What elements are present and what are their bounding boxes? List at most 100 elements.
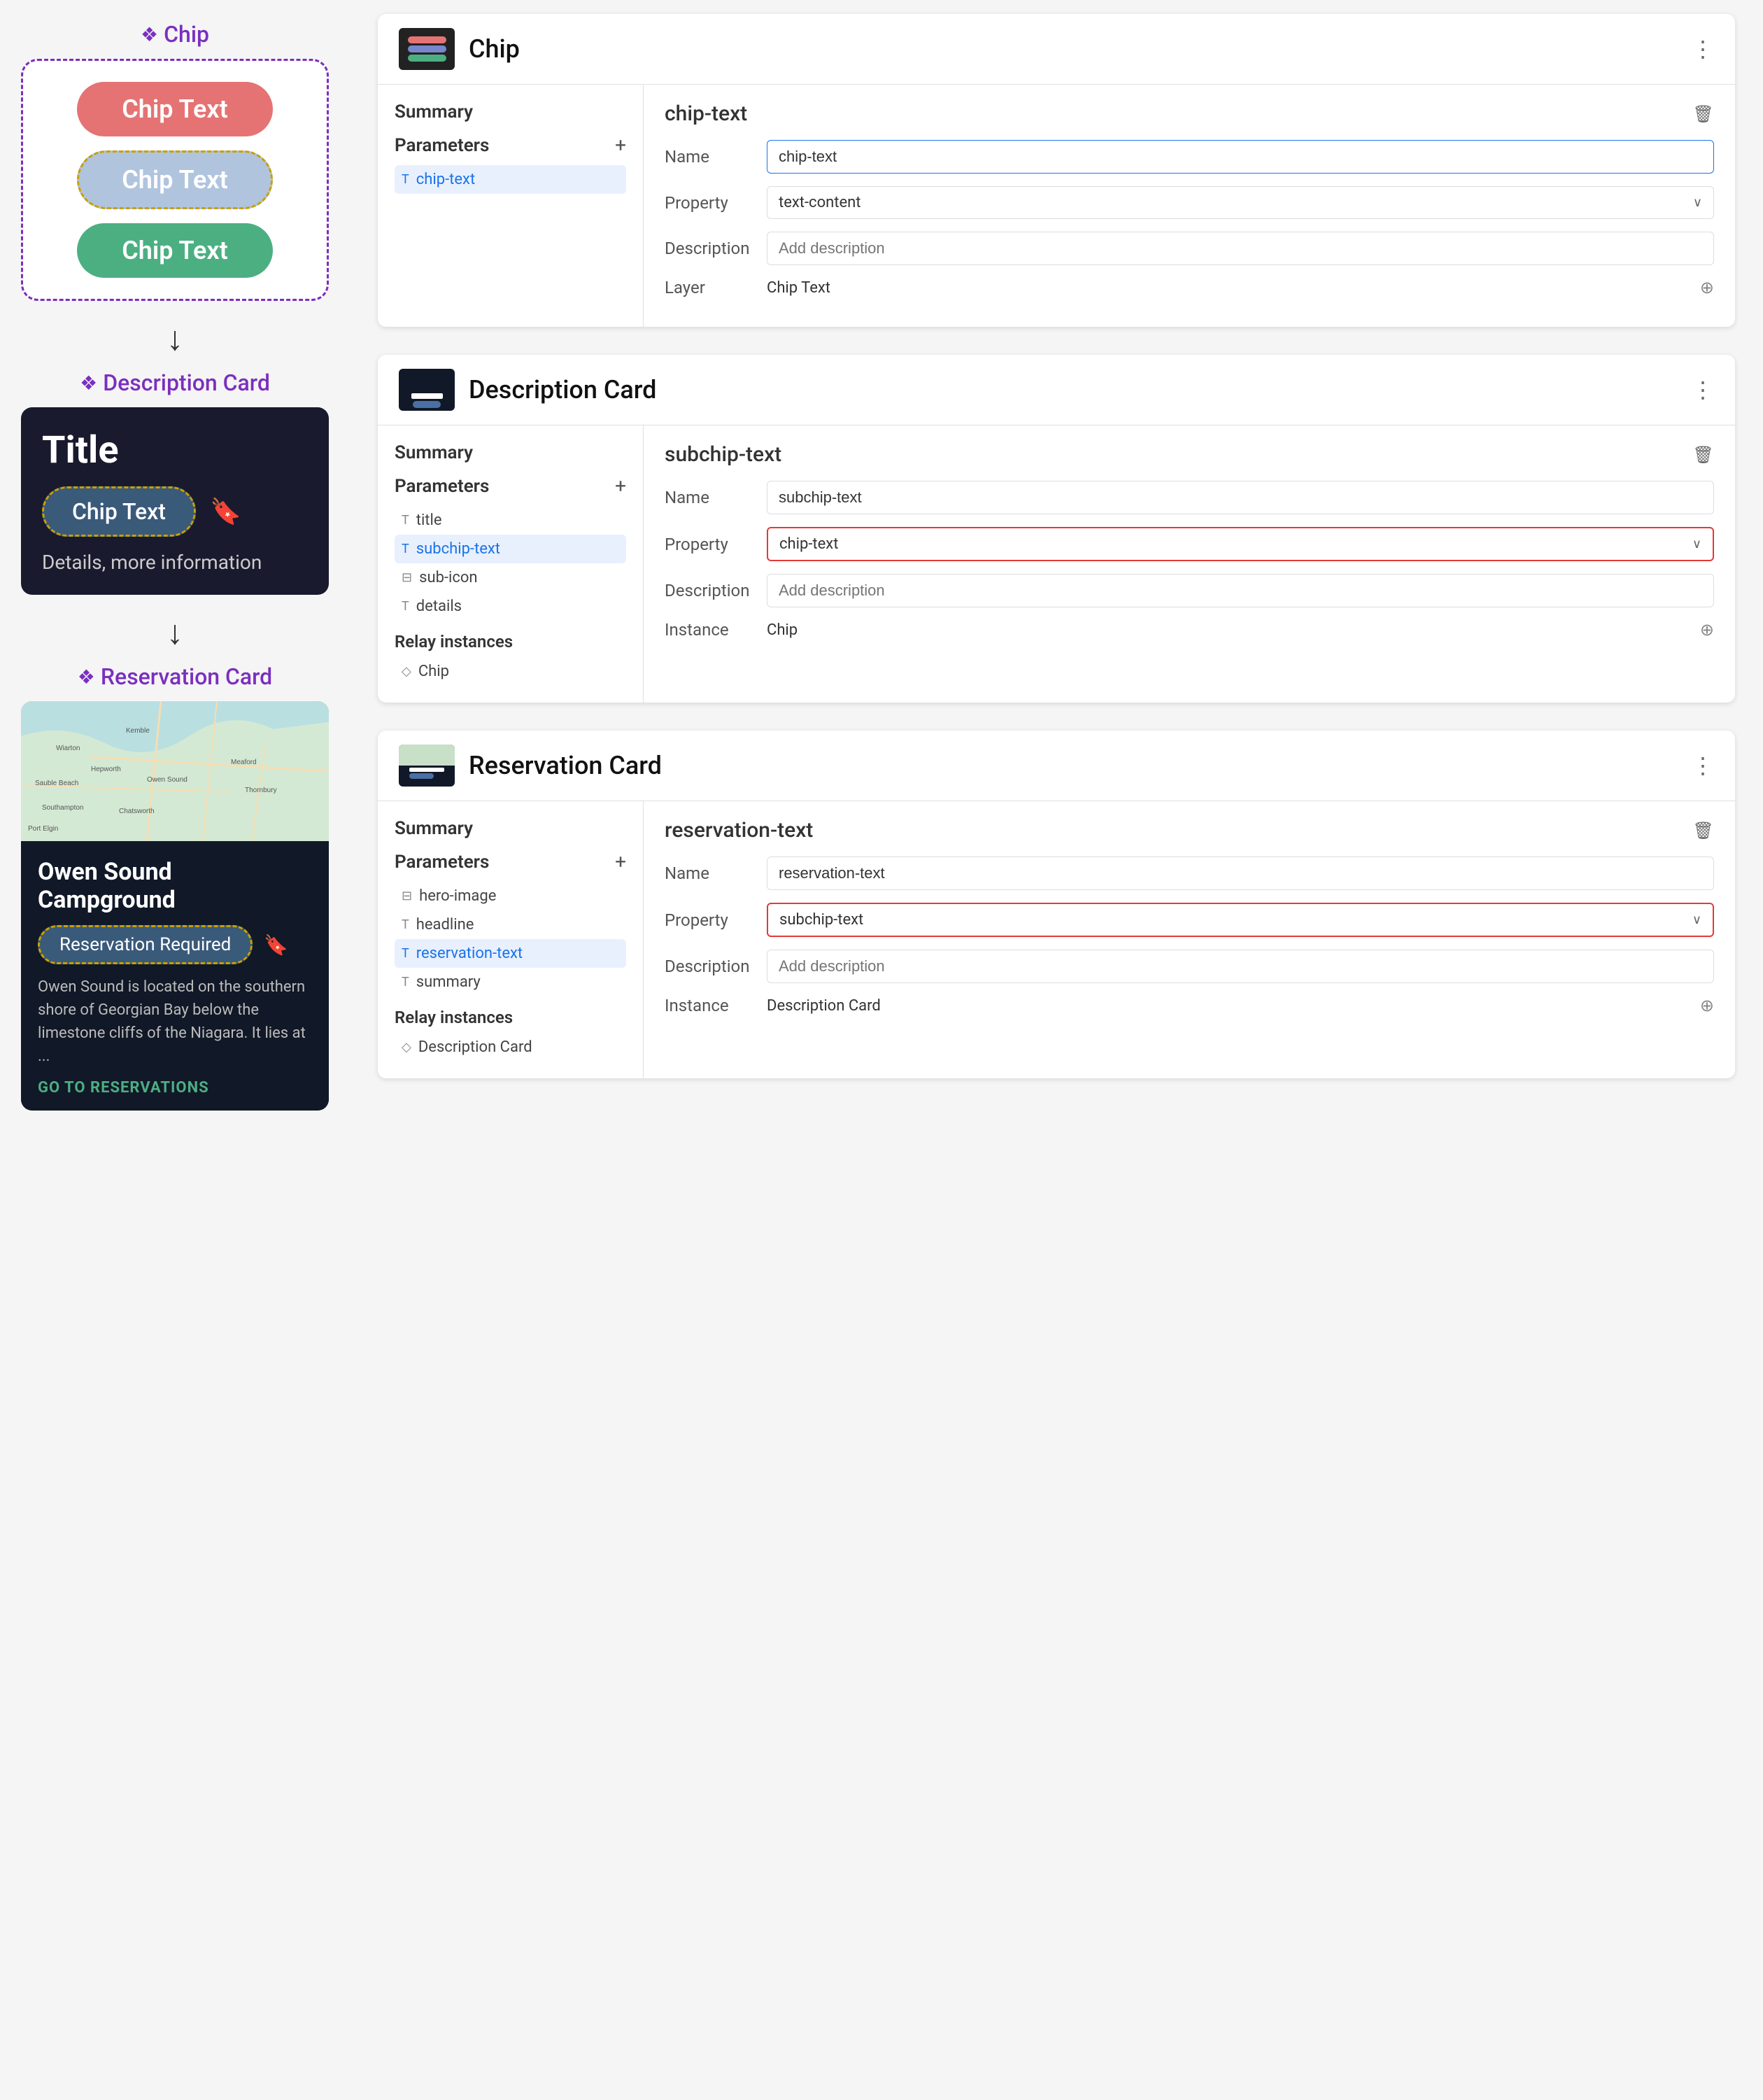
chip-section-title: ❖ Chip — [141, 21, 209, 48]
chip-name-row: Name — [665, 140, 1714, 174]
bookmark-icon: 🔖 — [210, 497, 241, 526]
desc-instance-label: Instance — [665, 620, 756, 640]
arrow-down-1: ↓ — [167, 322, 183, 355]
svg-text:Thornbury: Thornbury — [245, 787, 277, 794]
desc-trash-icon[interactable]: 🗑 — [1693, 445, 1714, 465]
chip-more-menu[interactable]: ⋮ — [1692, 36, 1714, 62]
res-thumb-chip — [409, 773, 434, 779]
chip-blue-label: Chip Text — [122, 165, 227, 195]
res-thumbnail — [399, 745, 455, 787]
chip-thumb-preview — [405, 34, 449, 64]
res-card-cta[interactable]: GO TO RESERVATIONS — [38, 1079, 312, 1097]
chip-property-chevron: ∨ — [1693, 195, 1702, 210]
thumb-chip-blue — [408, 45, 446, 52]
svg-text:Hepworth: Hepworth — [91, 766, 121, 773]
desc-more-menu[interactable]: ⋮ — [1692, 376, 1714, 403]
desc-params-label: Parameters — [395, 476, 489, 497]
chip-desc-label: Description — [665, 239, 756, 258]
res-param-res-text: reservation-text — [416, 945, 523, 962]
res-card-section: ❖ Reservation Card Wiarton — [14, 663, 336, 1111]
chip-title-text: Chip — [164, 21, 209, 48]
desc-name-input[interactable] — [767, 481, 1714, 514]
desc-card-title-right: Description Card — [469, 375, 1678, 404]
res-property-chevron: ∨ — [1692, 912, 1701, 927]
svg-text:Chatsworth: Chatsworth — [119, 808, 155, 815]
chip-desc-input[interactable] — [767, 232, 1714, 265]
desc-param-title[interactable]: T title — [395, 506, 626, 535]
res-summary-col: Summary Parameters + ⊟ hero-image T head… — [378, 801, 644, 1078]
desc-instance-target-icon[interactable]: ⊕ — [1700, 620, 1714, 640]
res-param-summary-text: summary — [416, 973, 481, 991]
chip-red: Chip Text — [77, 82, 273, 136]
desc-param-details-icon: T — [402, 599, 409, 614]
chip-thumbnail — [399, 28, 455, 70]
res-thumb-title — [409, 768, 444, 772]
thumb-chip-green — [408, 55, 446, 62]
res-desc-input[interactable] — [767, 950, 1714, 983]
chip-name-input[interactable] — [767, 140, 1714, 174]
res-add-param[interactable]: + — [615, 850, 626, 873]
res-param-hero[interactable]: ⊟ hero-image — [395, 882, 626, 910]
desc-card-title-text: Title — [42, 428, 308, 472]
res-summary-label: Summary — [395, 818, 626, 839]
res-card-body-right: Summary Parameters + ⊟ hero-image T head… — [378, 801, 1735, 1078]
res-desc-label: Description — [665, 957, 756, 976]
res-more-menu[interactable]: ⋮ — [1692, 752, 1714, 779]
res-param-headline[interactable]: T headline — [395, 910, 626, 939]
chip-trash-icon[interactable]: 🗑 — [1693, 104, 1714, 124]
chip-param-chip-text[interactable]: T chip-text — [395, 165, 626, 194]
right-panel: Chip ⋮ Summary Parameters + T chip-text … — [350, 0, 1763, 2100]
desc-summary-label: Summary — [395, 442, 626, 463]
chip-property-select[interactable]: text-content ∨ — [767, 186, 1714, 219]
res-card-title-right: Reservation Card — [469, 751, 1678, 780]
desc-right-card: Description Card ⋮ Summary Parameters + … — [378, 355, 1735, 703]
res-instance-value: Description Card — [767, 997, 1683, 1015]
chip-layer-target-icon[interactable]: ⊕ — [1700, 278, 1714, 297]
res-instance-label: Instance — [665, 996, 756, 1015]
chip-add-param[interactable]: + — [615, 134, 626, 157]
chip-property-value: text-content — [779, 194, 861, 211]
desc-param-details[interactable]: T details — [395, 592, 626, 621]
desc-param-subchip-icon: T — [402, 542, 409, 556]
diamond-icon-res: ❖ — [78, 665, 95, 689]
chip-green: Chip Text — [77, 223, 273, 278]
res-property-select[interactable]: subchip-text ∨ — [767, 903, 1714, 937]
map-svg: Wiarton Kemble Sauble Beach Hepworth Owe… — [21, 701, 329, 841]
res-trash-icon[interactable]: 🗑 — [1693, 821, 1714, 840]
svg-text:Sauble Beach: Sauble Beach — [35, 780, 78, 787]
res-name-input[interactable] — [767, 857, 1714, 890]
res-relay-diamond-icon: ◇ — [402, 1040, 411, 1055]
res-thumb-map — [399, 745, 455, 766]
desc-param-title-icon: T — [402, 513, 409, 528]
chip-section: ❖ Chip Chip Text Chip Text Chip Text — [14, 21, 336, 301]
desc-thumb-title — [411, 393, 443, 399]
svg-text:Kemble: Kemble — [126, 727, 150, 735]
thumb-chip-red — [408, 36, 446, 43]
desc-card-details-text: Details, more information — [42, 551, 308, 574]
chip-blue: Chip Text — [77, 150, 273, 209]
desc-property-select[interactable]: chip-text ∨ — [767, 527, 1714, 561]
res-card-summary-text: Owen Sound is located on the southern sh… — [38, 975, 312, 1068]
desc-desc-input[interactable] — [767, 574, 1714, 607]
arrow-down-2: ↓ — [167, 616, 183, 649]
res-param-summary[interactable]: T summary — [395, 968, 626, 996]
desc-relay-chip[interactable]: ◇ Chip — [395, 657, 626, 686]
desc-param-sub-icon[interactable]: ⊟ sub-icon — [395, 563, 626, 592]
res-instance-row: Instance Description Card ⊕ — [665, 996, 1714, 1015]
res-instance-target-icon[interactable]: ⊕ — [1700, 996, 1714, 1015]
chip-layer-row: Layer Chip Text ⊕ — [665, 278, 1714, 297]
res-property-value: subchip-text — [779, 911, 863, 929]
desc-card-chip: Chip Text — [42, 486, 196, 537]
desc-property-label: Property — [665, 535, 756, 554]
desc-card-chip-row: Chip Text 🔖 — [42, 486, 308, 537]
res-section-title: ❖ Reservation Card — [78, 663, 272, 690]
res-param-res-text[interactable]: T reservation-text — [395, 939, 626, 968]
res-relay-desc-card[interactable]: ◇ Description Card — [395, 1033, 626, 1062]
chip-green-label: Chip Text — [122, 236, 227, 265]
desc-add-param[interactable]: + — [615, 474, 626, 498]
chip-param-text: chip-text — [416, 171, 475, 188]
res-params-header: Parameters + — [395, 850, 626, 873]
desc-param-subchip-text: subchip-text — [416, 540, 500, 558]
desc-param-subchip[interactable]: T subchip-text — [395, 535, 626, 563]
desc-relay-chip-text: Chip — [418, 663, 449, 680]
